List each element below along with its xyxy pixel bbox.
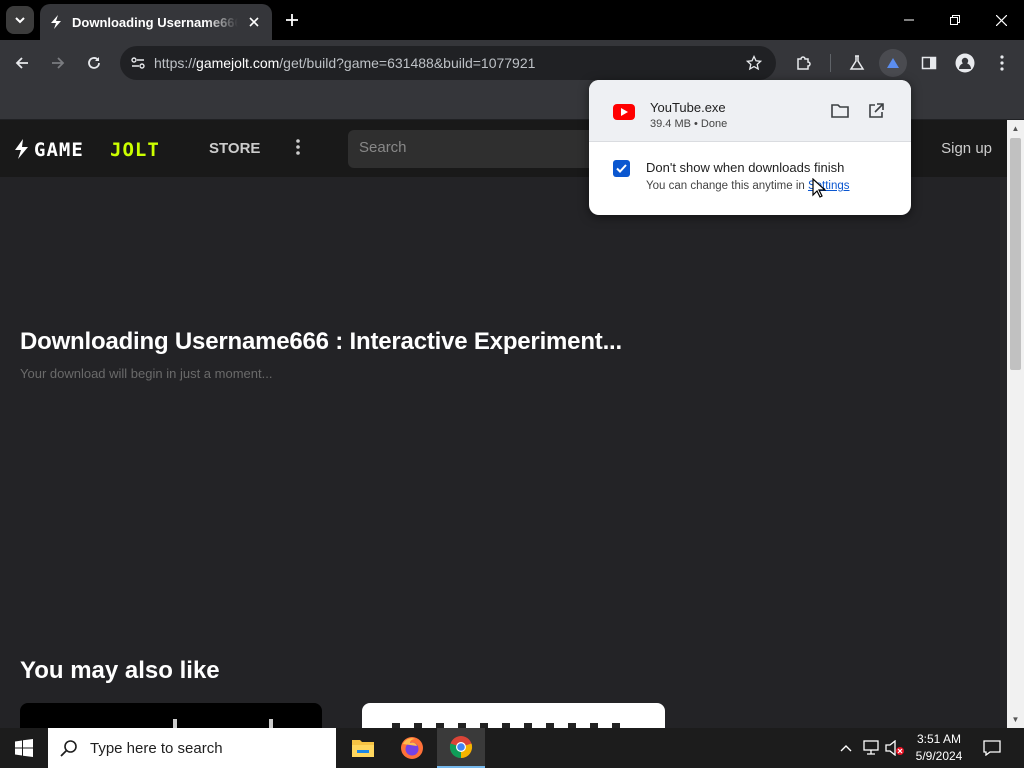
file-explorer-app[interactable] <box>339 728 387 768</box>
downloads-button[interactable] <box>879 49 907 77</box>
star-icon[interactable] <box>746 55 762 71</box>
more-menu-button[interactable] <box>290 136 306 158</box>
url-text[interactable]: https://gamejolt.com/get/build?game=6314… <box>154 55 535 71</box>
gamejolt-favicon-icon <box>51 15 61 29</box>
address-bar[interactable]: https://gamejolt.com/get/build?game=6314… <box>120 46 776 80</box>
volume-muted-icon <box>885 740 904 756</box>
network-icon <box>863 740 879 755</box>
side-panel-button[interactable] <box>915 49 943 77</box>
tab-title: Downloading Username666 : Interactive Ex… <box>72 14 238 30</box>
arrow-left-icon <box>15 57 28 69</box>
tab-search-button[interactable] <box>6 6 34 34</box>
mouse-cursor-icon <box>812 178 826 198</box>
svg-text:JOLT: JOLT <box>110 139 160 159</box>
dont-show-label[interactable]: Don't show when downloads finish <box>646 160 844 175</box>
chrome-app[interactable] <box>437 728 485 768</box>
tab-strip: Downloading Username666 : Interactive Ex… <box>0 0 1024 40</box>
plus-icon <box>286 14 298 26</box>
dont-show-checkbox[interactable] <box>613 160 630 177</box>
scroll-down-arrow-icon[interactable]: ▼ <box>1007 711 1024 728</box>
windows-taskbar: Type here to search 3:51 AM 5/9/2024 <box>0 728 1024 768</box>
chrome-icon <box>449 736 473 759</box>
download-title: Downloading Username666 : Interactive Ex… <box>20 328 622 355</box>
toolbar-divider <box>830 54 831 72</box>
labs-button[interactable] <box>843 49 871 77</box>
download-item[interactable]: YouTube.exe 39.4 MB • Done <box>589 80 911 142</box>
puzzle-icon <box>797 56 811 70</box>
download-subtitle: Your download will begin in just a momen… <box>20 366 273 381</box>
forward-button[interactable] <box>44 49 72 77</box>
network-status[interactable] <box>860 728 882 768</box>
open-file-button[interactable] <box>864 100 888 122</box>
restore-icon <box>950 15 960 25</box>
clock-date: 5/9/2024 <box>915 749 963 763</box>
card-art <box>269 719 273 728</box>
settings-hint-text: You can change this anytime in <box>646 180 808 192</box>
gamejolt-logo[interactable]: GAME JOLT <box>14 138 179 160</box>
checkmark-icon <box>616 164 627 173</box>
show-in-folder-button[interactable] <box>828 100 852 122</box>
firefox-app[interactable] <box>388 728 436 768</box>
minimize-icon <box>904 19 914 21</box>
clock-time: 3:51 AM <box>916 732 962 746</box>
taskbar-search-placeholder: Type here to search <box>90 739 223 757</box>
extensions-button[interactable] <box>790 49 818 77</box>
signup-link[interactable]: Sign up <box>941 140 992 157</box>
close-window-button[interactable] <box>978 0 1024 40</box>
profile-button[interactable] <box>951 49 979 77</box>
minimize-button[interactable] <box>886 0 932 40</box>
search-icon <box>60 740 77 757</box>
arrow-right-icon <box>52 57 65 69</box>
close-icon <box>995 14 1007 26</box>
download-file-meta: 39.4 MB • Done <box>650 118 728 130</box>
volume-status[interactable] <box>884 728 906 768</box>
side-panel-icon <box>921 56 937 70</box>
notification-icon <box>983 740 1001 756</box>
show-hidden-icons-button[interactable] <box>836 728 856 768</box>
folder-icon <box>831 104 849 118</box>
chevron-down-icon <box>15 17 25 24</box>
download-bubble: YouTube.exe 39.4 MB • Done Don't show wh… <box>589 80 911 215</box>
download-file-name: YouTube.exe <box>650 100 726 115</box>
card-art <box>173 719 177 728</box>
reload-button[interactable] <box>80 49 108 77</box>
site-search-input[interactable]: Search <box>348 130 608 168</box>
gamejolt-logo-mark: GAME JOLT <box>15 139 160 159</box>
avatar-icon <box>955 53 975 73</box>
open-external-icon <box>869 103 884 118</box>
start-button[interactable] <box>0 728 48 768</box>
youtube-icon <box>613 104 635 120</box>
game-card[interactable] <box>362 703 665 728</box>
url-path: /get/build?game=631488&build=1077921 <box>279 55 536 71</box>
back-button[interactable] <box>8 49 36 77</box>
scroll-up-arrow-icon[interactable]: ▲ <box>1007 120 1024 137</box>
url-host: gamejolt.com <box>196 55 280 71</box>
kebab-menu-icon <box>1000 55 1004 71</box>
reload-icon <box>88 57 100 69</box>
active-tab[interactable]: Downloading Username666 : Interactive Ex… <box>40 4 272 40</box>
scrollbar-thumb[interactable] <box>1010 138 1021 370</box>
taskbar-search-box[interactable]: Type here to search <box>48 728 336 768</box>
restore-button[interactable] <box>932 0 978 40</box>
flask-icon <box>849 55 865 70</box>
notifications-button[interactable] <box>978 728 1006 768</box>
store-link[interactable]: STORE <box>209 140 260 157</box>
firefox-icon <box>401 737 423 759</box>
new-tab-button[interactable] <box>280 8 304 32</box>
url-prefix: https:// <box>154 55 197 71</box>
windows-logo-icon <box>15 739 33 757</box>
chrome-menu-button[interactable] <box>988 49 1016 77</box>
page-scrollbar[interactable]: ▲ ▼ <box>1007 120 1024 728</box>
game-card[interactable] <box>20 703 322 728</box>
svg-text:GAME: GAME <box>34 139 84 159</box>
folder-icon <box>352 740 374 757</box>
taskbar-clock[interactable]: 3:51 AM 5/9/2024 <box>908 731 970 765</box>
chevron-up-icon <box>840 745 852 752</box>
recommend-heading: You may also like <box>20 657 220 684</box>
site-settings-icon[interactable] <box>130 55 146 71</box>
kebab-menu-icon <box>296 139 300 155</box>
download-progress-icon <box>887 58 899 68</box>
close-tab-icon[interactable] <box>246 14 262 30</box>
